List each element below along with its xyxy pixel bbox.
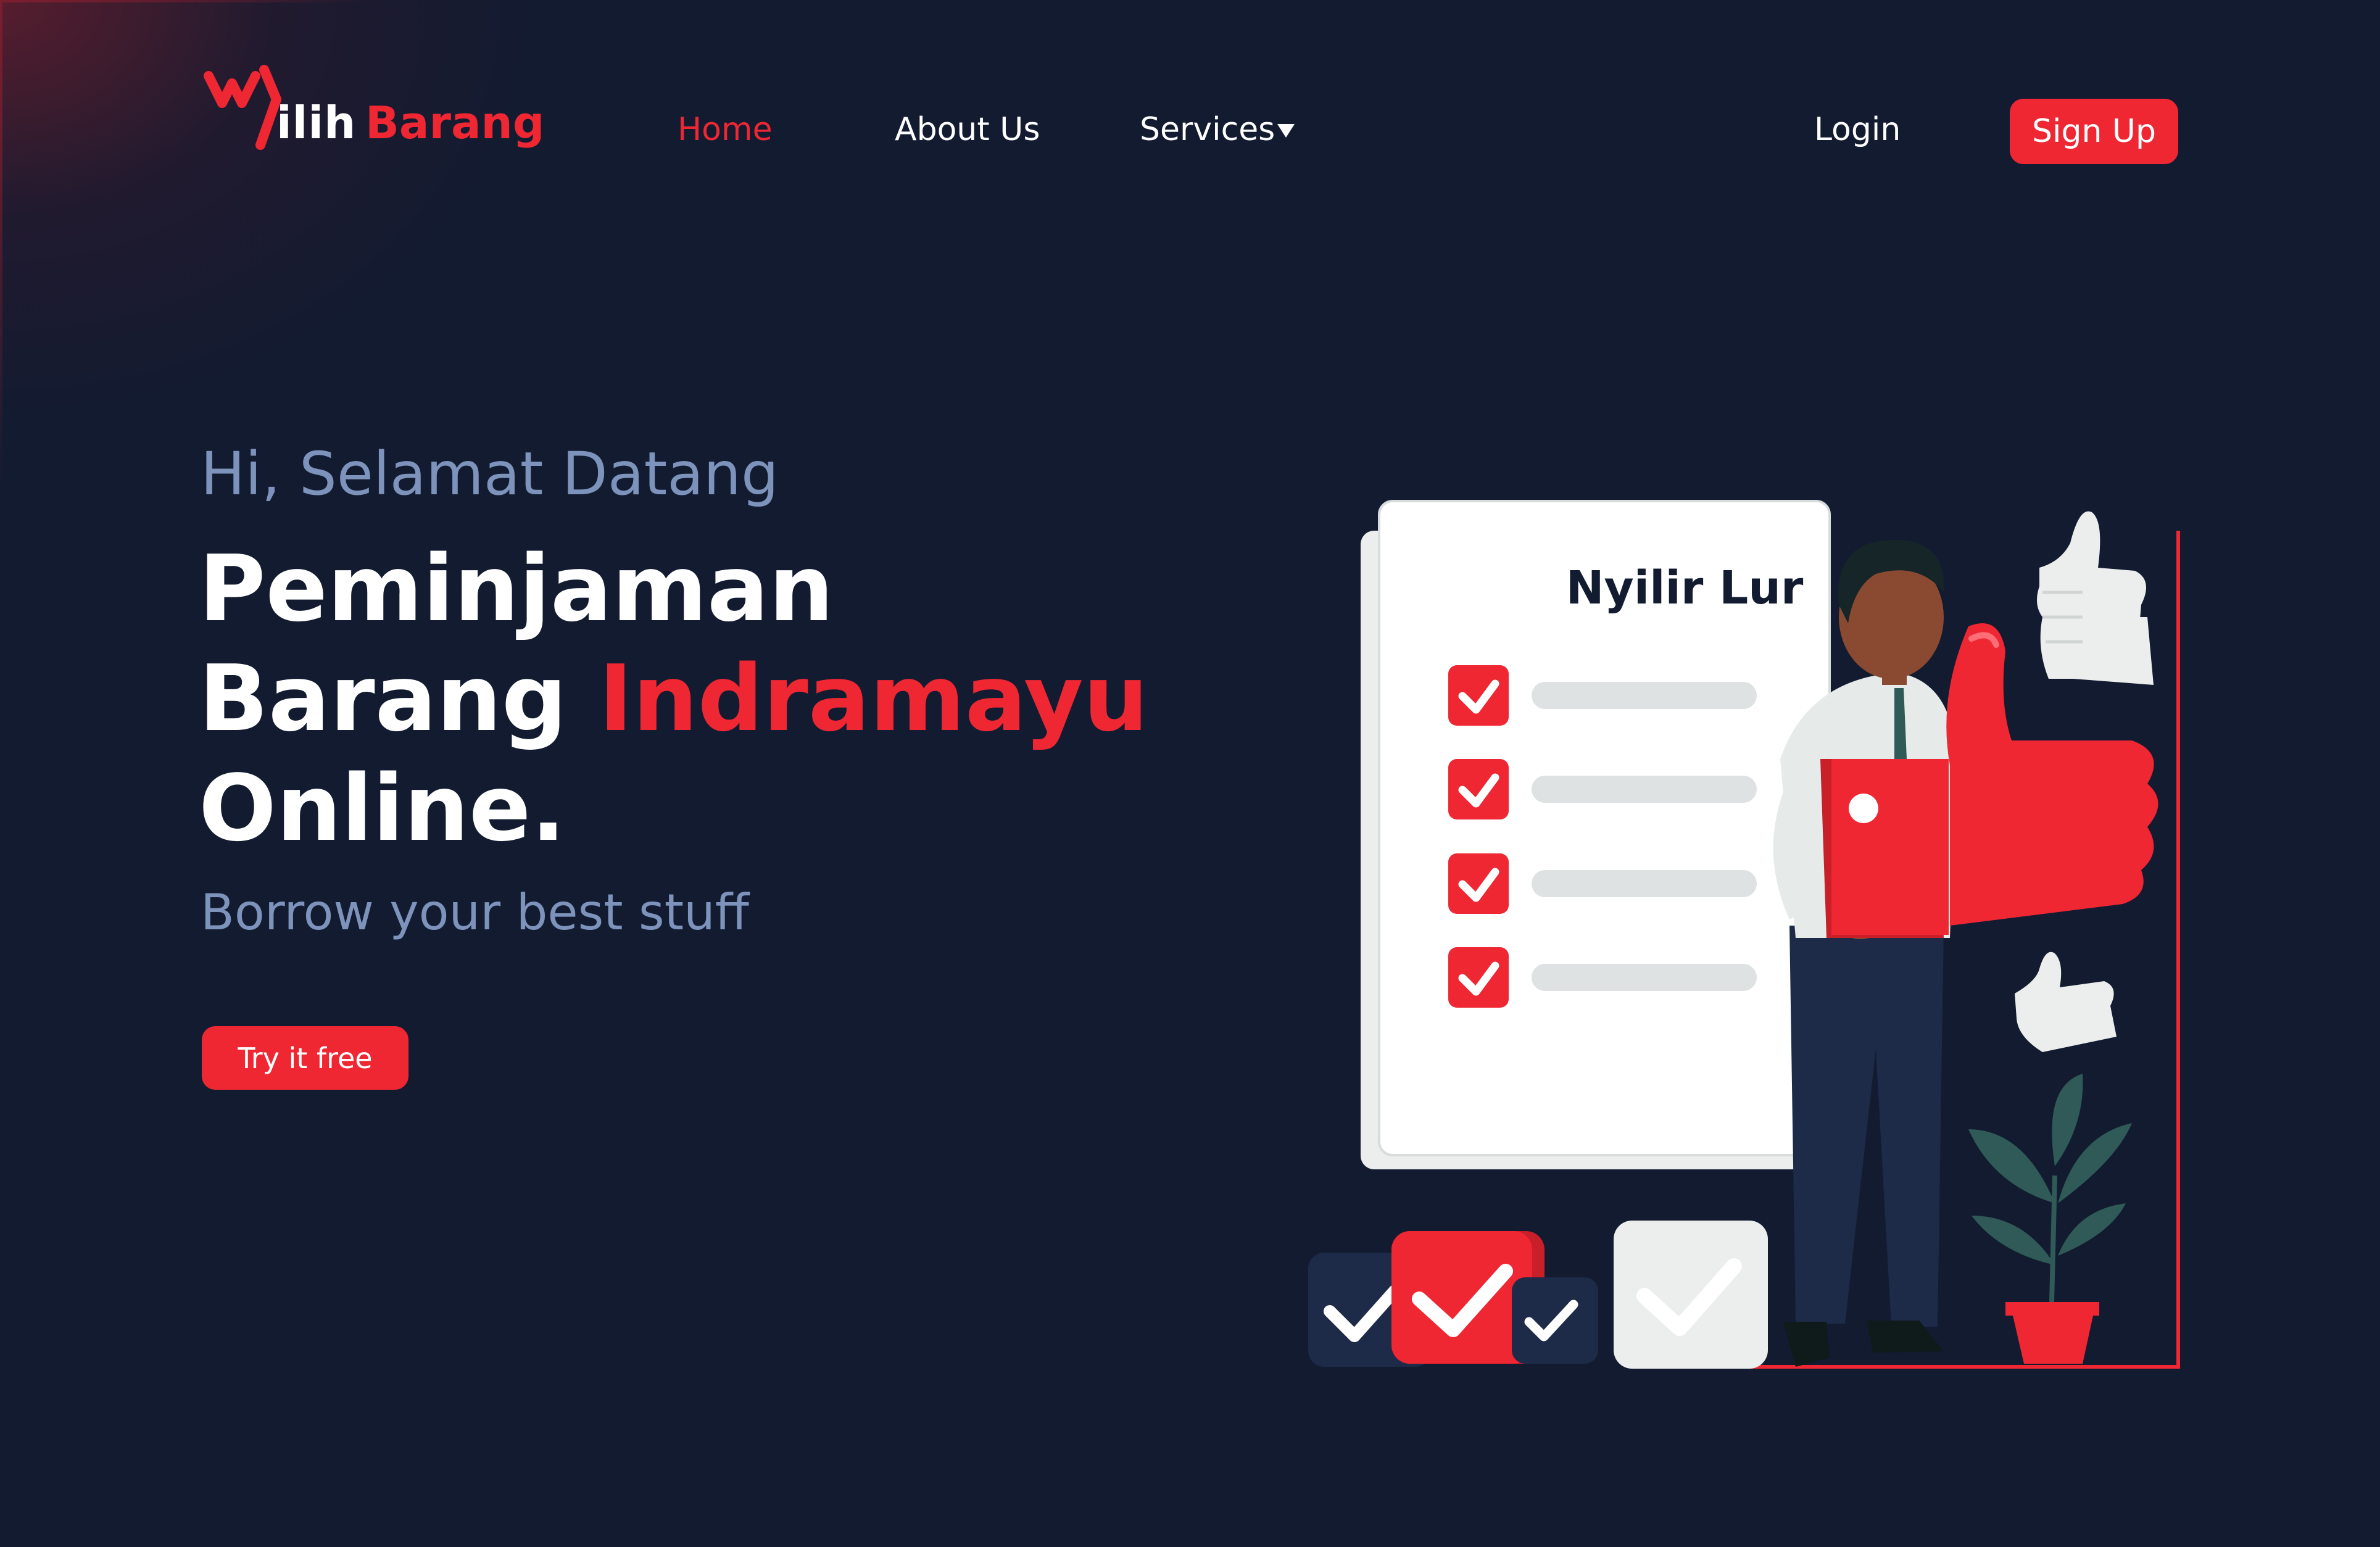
- sign-up-button[interactable]: Sign Up: [2010, 99, 2178, 164]
- nav-services[interactable]: Services: [1140, 111, 1295, 148]
- thumbs-up-icon: [2037, 511, 2154, 685]
- hero-greeting: Hi, Selamat Datang: [201, 439, 779, 508]
- logo[interactable]: ilih Barang: [204, 59, 544, 164]
- logo-text-suffix: Barang: [365, 97, 545, 149]
- headline-line-3: Online.: [199, 755, 566, 861]
- hero-illustration: Nyilir Lur: [1302, 494, 2197, 1407]
- checklist-card-title: Nyilir Lur: [1565, 562, 1804, 615]
- nav-home[interactable]: Home: [678, 111, 773, 148]
- plant-icon: [1968, 1074, 2132, 1364]
- caret-down-icon: [1277, 124, 1295, 138]
- try-it-free-button[interactable]: Try it free: [202, 1026, 408, 1090]
- person-illustration: [1308, 500, 2180, 1369]
- nav-about-us[interactable]: About Us: [895, 111, 1040, 148]
- hero-tagline: Borrow your best stuff: [201, 884, 749, 941]
- hero-headline: Peminjaman Barang Indramayu Online.: [199, 534, 1148, 863]
- logo-text-prefix: ilih: [276, 97, 357, 149]
- headline-word-indramayu: Indramayu: [599, 645, 1148, 752]
- nav-login[interactable]: Login: [1814, 111, 1901, 148]
- nav-services-label: Services: [1140, 111, 1275, 148]
- headline-line-2: Barang Indramayu: [199, 644, 1148, 753]
- headline-line-1: Peminjaman: [199, 536, 834, 642]
- decor-edge-left: [0, 0, 2, 494]
- thumbs-up-icon: [2015, 952, 2117, 1052]
- decor-edge-top: [0, 0, 370, 2]
- headline-word-barang: Barang: [199, 645, 599, 752]
